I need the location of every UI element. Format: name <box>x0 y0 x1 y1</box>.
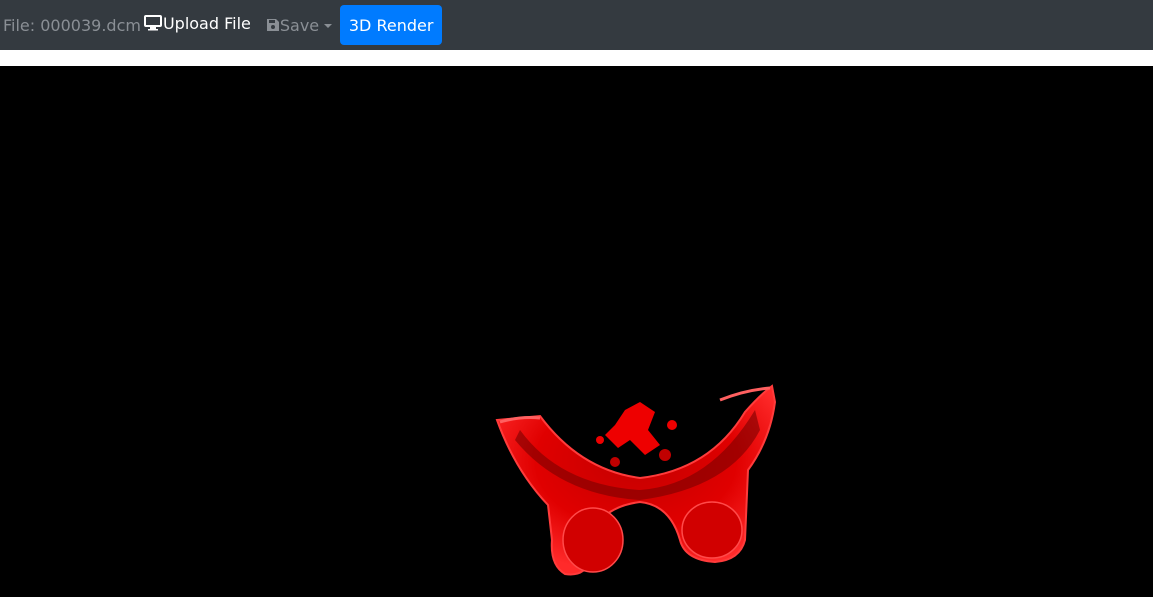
upload-file-button[interactable]: Upload File <box>143 13 251 33</box>
caret-down-icon <box>324 24 333 28</box>
toolbar-divider <box>0 50 1153 66</box>
top-toolbar: File: 000039.dcm Upload File Save 3D Ren… <box>0 0 1153 50</box>
monitor-icon <box>143 15 162 31</box>
file-name-label: File: 000039.dcm <box>3 15 141 35</box>
3d-model-render <box>495 384 777 576</box>
upload-file-label: Upload File <box>162 13 251 33</box>
3d-render-button[interactable]: 3D Render <box>340 5 443 45</box>
3d-render-viewport[interactable] <box>0 66 1153 593</box>
save-dropdown-button[interactable]: Save <box>266 15 333 35</box>
floppy-disk-icon <box>266 19 279 31</box>
save-label: Save <box>279 15 320 35</box>
